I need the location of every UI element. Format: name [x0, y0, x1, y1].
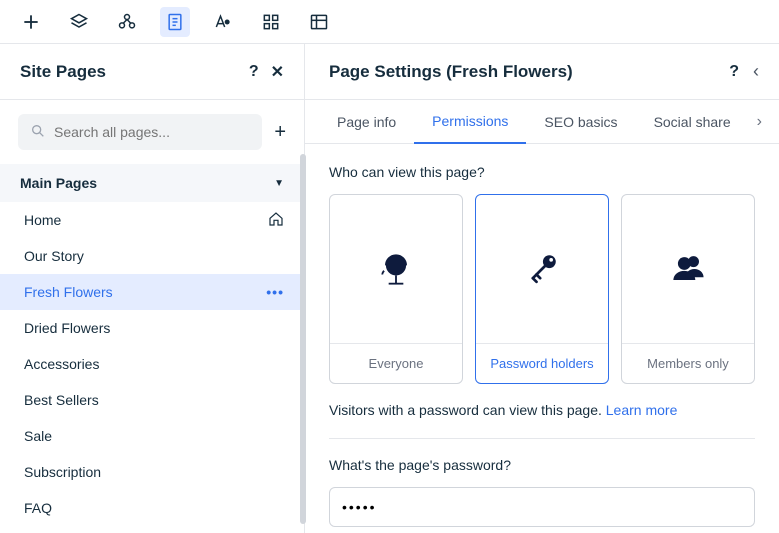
tab-seo-basics[interactable]: SEO basics [526, 101, 635, 143]
page-item-fresh-flowers[interactable]: Fresh Flowers ••• [0, 274, 304, 310]
page-item-subscription[interactable]: Subscription [0, 454, 304, 490]
option-label: Everyone [330, 343, 462, 383]
globe-icon [330, 195, 462, 343]
page-item-label: Fresh Flowers [24, 284, 113, 300]
pages-icon[interactable] [160, 7, 190, 37]
more-icon[interactable]: ••• [266, 284, 284, 300]
info-text: Visitors with a password can view this p… [329, 402, 755, 418]
settings-panel: Page Settings (Fresh Flowers) ? ‹ Page i… [305, 44, 779, 533]
page-item-sale[interactable]: Sale [0, 418, 304, 454]
layers-icon[interactable] [64, 7, 94, 37]
option-everyone[interactable]: Everyone [329, 194, 463, 384]
settings-body: Who can view this page? Everyone Passwor… [305, 144, 779, 533]
tab-page-info[interactable]: Page info [319, 101, 414, 143]
option-members-only[interactable]: Members only [621, 194, 755, 384]
page-item-faq[interactable]: FAQ [0, 490, 304, 526]
view-question: Who can view this page? [329, 164, 755, 180]
settings-header: Page Settings (Fresh Flowers) ? ‹ [305, 44, 779, 100]
learn-more-link[interactable]: Learn more [606, 402, 678, 418]
help-icon[interactable]: ? [249, 63, 259, 81]
add-page-icon[interactable]: + [274, 121, 286, 144]
page-item-label: Best Sellers [24, 392, 99, 408]
top-toolbar [0, 0, 779, 44]
design-icon[interactable] [208, 7, 238, 37]
page-item-label: Dried Flowers [24, 320, 110, 336]
add-icon[interactable] [16, 7, 46, 37]
page-item-best-sellers[interactable]: Best Sellers [0, 382, 304, 418]
sidebar-header: Site Pages ? ✕ [0, 44, 304, 100]
help-icon[interactable]: ? [729, 63, 739, 81]
home-icon [268, 211, 284, 230]
option-password-holders[interactable]: Password holders [475, 194, 609, 384]
settings-title: Page Settings (Fresh Flowers) [329, 62, 573, 82]
page-item-label: Sale [24, 428, 52, 444]
page-item-label: Accessories [24, 356, 99, 372]
key-icon [476, 195, 608, 343]
tab-social-share[interactable]: Social share [636, 101, 749, 143]
pages-sidebar: Site Pages ? ✕ + Main Pages ▼ Home [0, 44, 305, 533]
search-icon [30, 123, 46, 142]
option-label: Password holders [476, 343, 608, 383]
section-title: Main Pages [20, 175, 97, 191]
page-list: Home Our Story Fresh Flowers ••• Dried F… [0, 202, 304, 526]
page-item-accessories[interactable]: Accessories [0, 346, 304, 382]
chevron-left-icon[interactable]: ‹ [753, 61, 759, 82]
sidebar-title: Site Pages [20, 62, 106, 82]
page-item-our-story[interactable]: Our Story [0, 238, 304, 274]
scrollbar[interactable] [300, 154, 306, 524]
page-item-home[interactable]: Home [0, 202, 304, 238]
info-text-content: Visitors with a password can view this p… [329, 402, 606, 418]
tab-permissions[interactable]: Permissions [414, 100, 526, 144]
page-item-dried-flowers[interactable]: Dried Flowers [0, 310, 304, 346]
page-item-label: Our Story [24, 248, 84, 264]
divider [329, 438, 755, 439]
page-item-label: Home [24, 212, 61, 228]
page-item-label: FAQ [24, 500, 52, 516]
section-header[interactable]: Main Pages ▼ [0, 164, 304, 202]
password-question: What's the page's password? [329, 457, 755, 473]
data-icon[interactable] [304, 7, 334, 37]
caret-down-icon: ▼ [274, 178, 284, 189]
settings-tabs: Page info Permissions SEO basics Social … [305, 100, 779, 144]
password-input[interactable] [329, 487, 755, 527]
close-icon[interactable]: ✕ [271, 62, 284, 82]
permission-options: Everyone Password holders Members only [329, 194, 755, 384]
apps-icon[interactable] [256, 7, 286, 37]
option-label: Members only [622, 343, 754, 383]
page-item-label: Subscription [24, 464, 101, 480]
members-icon [622, 195, 754, 343]
search-box[interactable] [18, 114, 262, 150]
search-input[interactable] [54, 124, 250, 140]
components-icon[interactable] [112, 7, 142, 37]
tabs-scroll-right-icon[interactable]: › [749, 113, 770, 131]
